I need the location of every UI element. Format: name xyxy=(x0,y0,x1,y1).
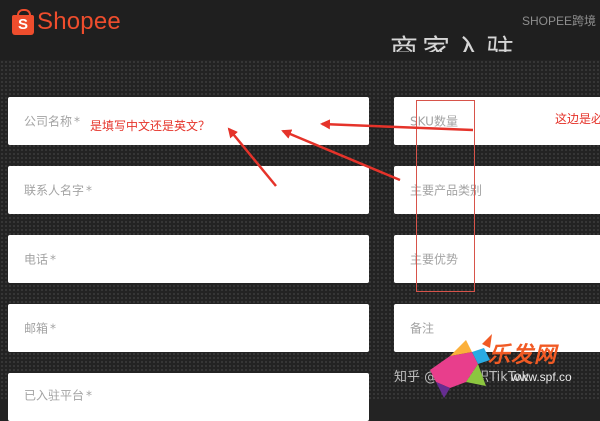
stamp-subtext: www.spf.co xyxy=(511,370,572,384)
arrow-1 xyxy=(320,119,474,132)
annotation-left: 是填写中文还是英文？ xyxy=(90,119,211,133)
arrow-2 xyxy=(281,129,401,182)
arrow-3 xyxy=(227,127,277,187)
annotation-right: 这边是必 xyxy=(555,112,600,126)
stamp-text: 乐发网 xyxy=(488,343,558,368)
